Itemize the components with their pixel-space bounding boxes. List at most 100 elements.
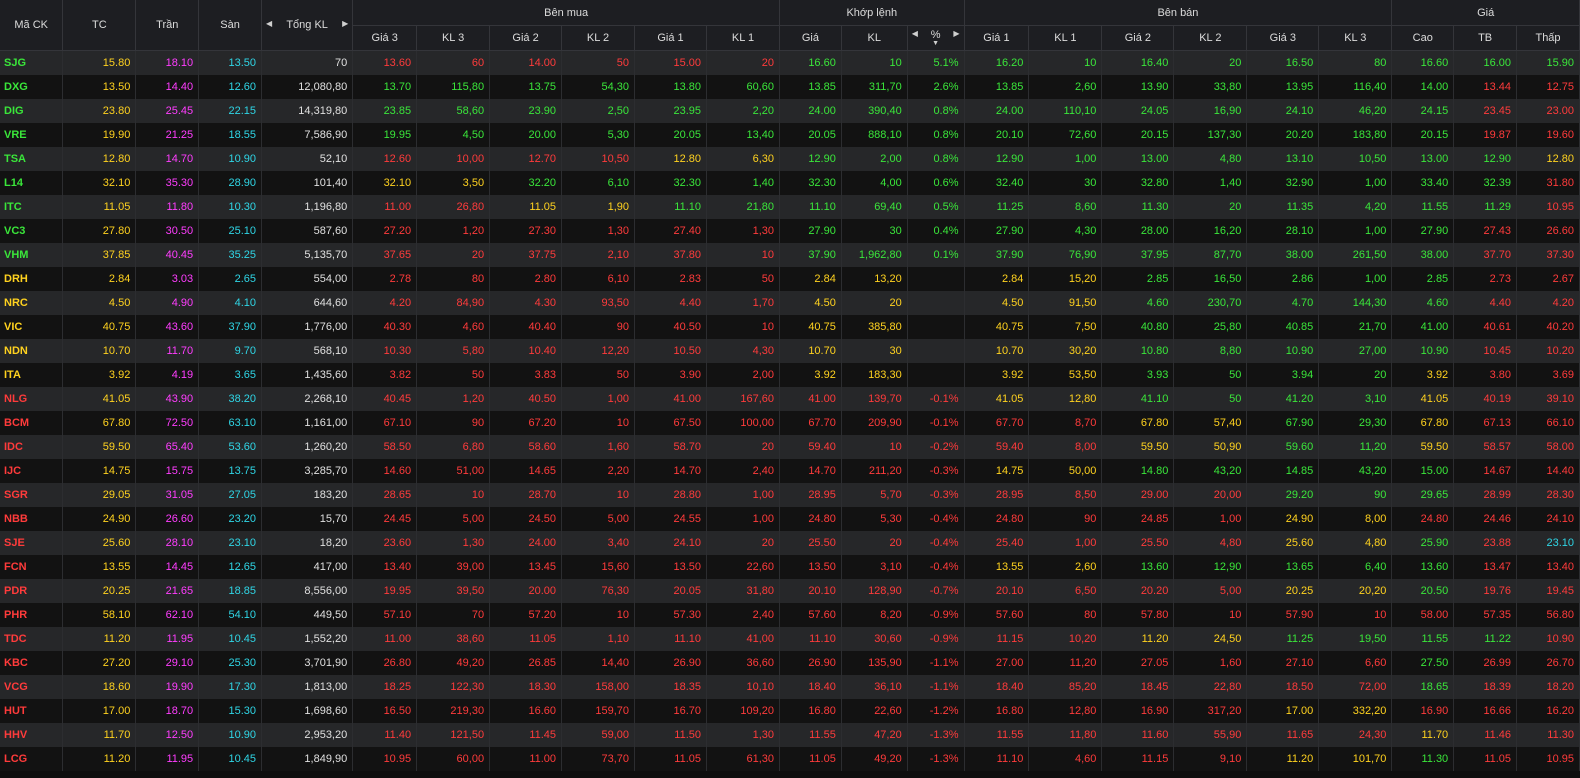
col-header-price-2[interactable]: Thấp	[1516, 25, 1580, 51]
table-row[interactable]: SJG 15.80 18.10 13.50 70 13.60 60 14.00 50 15.00 2…	[0, 50, 1580, 75]
cell-bid-price-3: 40.45	[352, 386, 418, 411]
table-row[interactable]: NRC 4.50 4.90 4.10 644,60 4.20 84,90 4.30 93,50 4…	[0, 290, 1580, 315]
table-row[interactable]: IJC 14.75 15.75 13.75 3,285,70 14.60 51,00 14.6…	[0, 458, 1580, 483]
table-row[interactable]: NBB 24.90 26.60 23.20 15,70 24.45 5,00 24.50 5,0…	[0, 506, 1580, 531]
table-row[interactable]: VCG 18.60 19.90 17.30 1,813,00 18.25 122,30 18.…	[0, 674, 1580, 699]
table-row[interactable]: ITA 3.92 4.19 3.65 1,435,60 3.82 50 3.83 50 3.90 2…	[0, 362, 1580, 387]
cell-symbol[interactable]: VRE	[0, 122, 64, 147]
cell-symbol[interactable]: KBC	[0, 650, 64, 675]
cell-symbol[interactable]: TDC	[0, 626, 64, 651]
table-row[interactable]: TDC 11.20 11.95 10.45 1,552,20 11.00 38,60 11.0…	[0, 626, 1580, 651]
col-header-symbol[interactable]: Mã CK	[0, 0, 64, 51]
cell-symbol[interactable]: VIC	[0, 314, 64, 339]
cell-symbol[interactable]: LCG	[0, 746, 64, 771]
cell-symbol[interactable]: DRH	[0, 266, 64, 291]
col-header-match-0[interactable]: Giá	[779, 25, 842, 51]
cell-symbol[interactable]: ITC	[0, 194, 64, 219]
chevron-left-icon[interactable]: ◀	[266, 19, 272, 28]
cell-match-pct: -0.3%	[907, 458, 965, 483]
cell-symbol[interactable]: PHR	[0, 602, 64, 627]
cell-symbol[interactable]: NBB	[0, 506, 64, 531]
col-header-bid-3[interactable]: KL 2	[561, 25, 636, 51]
cell-match-pct: -0.4%	[907, 530, 965, 555]
cell-symbol[interactable]: NRC	[0, 290, 64, 315]
table-row[interactable]: DRH 2.84 3.03 2.65 554,00 2.78 80 2.80 6,10 2.83 5…	[0, 266, 1580, 291]
table-row[interactable]: DIG 23.80 25.45 22.15 14,319,80 23.85 58,60 23.…	[0, 98, 1580, 123]
table-row[interactable]: VC3 27.80 30.50 25.10 587,60 27.20 1,20 27.30 1,…	[0, 218, 1580, 243]
cell-low: 23.10	[1516, 530, 1580, 555]
col-header-bid-0[interactable]: Giá 3	[352, 25, 418, 51]
table-row[interactable]: SGR 29.05 31.05 27.05 183,20 28.65 10 28.70 10 28…	[0, 482, 1580, 507]
cell-symbol[interactable]: SGR	[0, 482, 64, 507]
cell-symbol[interactable]: NDN	[0, 338, 64, 363]
table-row[interactable]: HHV 11.70 12.50 10.90 2,953,20 11.40 121,50 11.…	[0, 722, 1580, 747]
cell-symbol[interactable]: L14	[0, 170, 64, 195]
col-header-bid-1[interactable]: KL 3	[416, 25, 491, 51]
col-header-match-1[interactable]: KL	[841, 25, 908, 51]
cell-match-vol: 385,80	[841, 314, 908, 339]
cell-bid-price-3: 18.25	[352, 674, 418, 699]
cell-symbol[interactable]: FCN	[0, 554, 64, 579]
col-header-price-0[interactable]: Cao	[1391, 25, 1455, 51]
cell-symbol[interactable]: IJC	[0, 458, 64, 483]
table-row[interactable]: VIC 40.75 43.60 37.90 1,776,00 40.30 4,60 40.40…	[0, 314, 1580, 339]
chevron-left-icon[interactable]: ◀	[912, 29, 918, 38]
cell-ref: 19.90	[62, 122, 137, 147]
cell-symbol[interactable]: DXG	[0, 74, 64, 99]
table-row[interactable]: NDN 10.70 11.70 9.70 568,10 10.30 5,80 10.40 12,…	[0, 338, 1580, 363]
cell-symbol[interactable]: ITA	[0, 362, 64, 387]
cell-symbol[interactable]: HHV	[0, 722, 64, 747]
cell-symbol[interactable]: NLG	[0, 386, 64, 411]
cell-match-price: 28.95	[779, 482, 842, 507]
col-header-bid-4[interactable]: Giá 1	[634, 25, 707, 51]
cell-symbol[interactable]: TSA	[0, 146, 64, 171]
table-row[interactable]: KBC 27.20 29.10 25.30 3,701,90 26.80 49,20 26.8…	[0, 650, 1580, 675]
col-header-ask-2[interactable]: Giá 2	[1101, 25, 1175, 51]
table-row[interactable]: VHM 37.85 40.45 35.25 5,135,70 37.65 20 37.75 2,…	[0, 242, 1580, 267]
chevron-right-icon[interactable]: ▶	[342, 19, 348, 28]
cell-symbol[interactable]: VCG	[0, 674, 64, 699]
col-header-ask-0[interactable]: Giá 1	[964, 25, 1030, 51]
col-header-bid-5[interactable]: KL 1	[706, 25, 781, 51]
table-row[interactable]: NLG 41.05 43.90 38.20 2,268,10 40.45 1,20 40.50…	[0, 386, 1580, 411]
cell-match-vol: 49,20	[841, 746, 908, 771]
table-row[interactable]: BCM 67.80 72.50 63.10 1,161,00 67.10 90 67.20 10…	[0, 410, 1580, 435]
table-row[interactable]: PDR 20.25 21.65 18.85 8,556,00 19.95 39,50 20.0…	[0, 578, 1580, 603]
table-row[interactable]: TSA 12.80 14.70 10.90 52,10 12.60 10,00 12.70 10…	[0, 146, 1580, 171]
cell-symbol[interactable]: SJG	[0, 50, 64, 75]
cell-symbol[interactable]: IDC	[0, 434, 64, 459]
table-row[interactable]: IDC 59.50 65.40 53.60 1,260,20 58.50 6,80 58.60…	[0, 434, 1580, 459]
cell-floor: 10.45	[198, 626, 263, 651]
cell-symbol[interactable]: VHM	[0, 242, 64, 267]
table-row[interactable]: PHR 58.10 62.10 54.10 449,50 57.10 70 57.20 10 57…	[0, 602, 1580, 627]
table-row[interactable]: HUT 17.00 18.70 15.30 1,698,60 16.50 219,30 16.…	[0, 698, 1580, 723]
cell-bid-price-2: 18.30	[489, 674, 563, 699]
col-header-match-pct[interactable]: ◀% ▶ ▼	[907, 25, 965, 51]
cell-ask-vol-1: 110,10	[1028, 98, 1103, 123]
table-row[interactable]: FCN 13.55 14.45 12.65 417,00 13.40 39,00 13.45 1…	[0, 554, 1580, 579]
cell-symbol[interactable]: HUT	[0, 698, 64, 723]
col-header-bid-2[interactable]: Giá 2	[489, 25, 563, 51]
col-header-price-1[interactable]: TB	[1453, 25, 1518, 51]
table-row[interactable]: LCG 11.20 11.95 10.45 1,849,90 10.95 60,00 11.0…	[0, 746, 1580, 771]
cell-symbol[interactable]: BCM	[0, 410, 64, 435]
chevron-right-icon[interactable]: ▶	[953, 29, 959, 38]
col-header-ask-4[interactable]: Giá 3	[1246, 25, 1320, 51]
col-header-floor[interactable]: Sàn	[198, 0, 263, 51]
col-header-ask-1[interactable]: KL 1	[1028, 25, 1103, 51]
col-header-ref[interactable]: TC	[62, 0, 137, 51]
cell-symbol[interactable]: PDR	[0, 578, 64, 603]
sort-down-icon[interactable]: ▼	[908, 40, 964, 47]
col-header-ceiling[interactable]: Trần	[135, 0, 200, 51]
cell-symbol[interactable]: SJE	[0, 530, 64, 555]
table-row[interactable]: L14 32.10 35.30 28.90 101,40 32.10 3,50 32.20 6,…	[0, 170, 1580, 195]
col-header-ask-5[interactable]: KL 3	[1318, 25, 1393, 51]
table-row[interactable]: ITC 11.05 11.80 10.30 1,196,80 11.00 26,80 11.0…	[0, 194, 1580, 219]
col-header-ask-3[interactable]: KL 2	[1173, 25, 1248, 51]
cell-symbol[interactable]: DIG	[0, 98, 64, 123]
table-row[interactable]: VRE 19.90 21.25 18.55 7,586,90 19.95 4,50 20.00…	[0, 122, 1580, 147]
col-header-total-volume[interactable]: ◀ Tổng KL ▶	[261, 0, 354, 51]
table-row[interactable]: SJE 25.60 28.10 23.10 18,20 23.60 1,30 24.00 3,4…	[0, 530, 1580, 555]
cell-symbol[interactable]: VC3	[0, 218, 64, 243]
table-row[interactable]: DXG 13.50 14.40 12.60 12,080,80 13.70 115,80 13…	[0, 74, 1580, 99]
